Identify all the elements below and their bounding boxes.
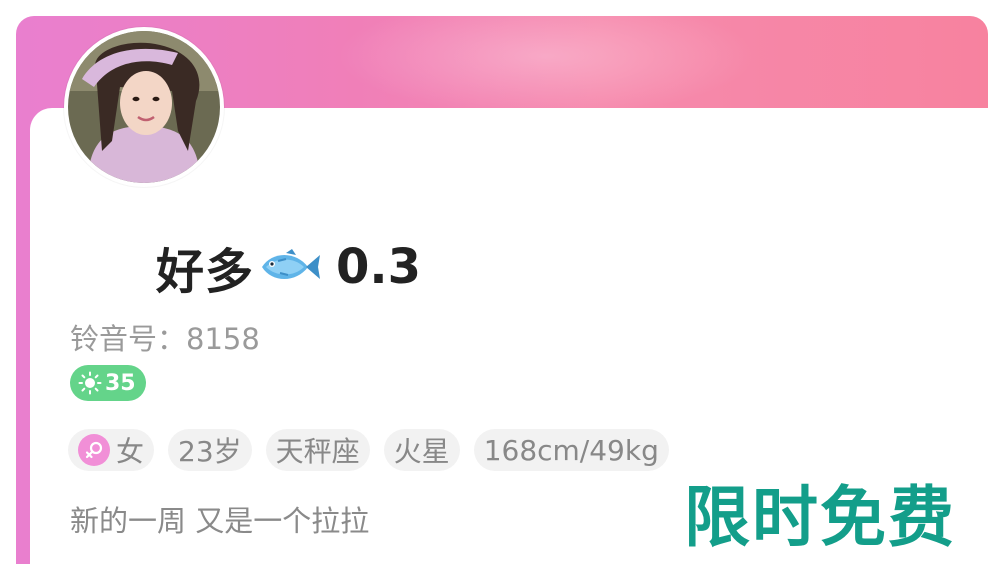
tag-gender: 女 bbox=[68, 429, 155, 471]
fish-icon bbox=[262, 249, 321, 279]
user-id-label: 铃音号： bbox=[70, 322, 187, 356]
user-id-value: 8158 bbox=[186, 322, 260, 356]
tag-gender-label: 女 bbox=[116, 435, 145, 468]
tag-planet: 火星 bbox=[383, 429, 460, 471]
profile-name: 好多 0.3 bbox=[156, 232, 421, 302]
level-value: 35 bbox=[105, 370, 136, 396]
profile-tags: 女 23岁 天秤座 火星 168cm/49kg bbox=[68, 429, 669, 471]
level-badge[interactable]: 35 bbox=[70, 365, 146, 401]
tag-zodiac: 天秤座 bbox=[265, 429, 370, 471]
avatar[interactable] bbox=[64, 27, 224, 187]
tag-age: 23岁 bbox=[168, 429, 252, 471]
sun-icon bbox=[78, 371, 102, 395]
profile-bio: 新的一周 又是一个拉拉 bbox=[70, 504, 370, 538]
female-icon bbox=[78, 434, 110, 466]
tag-body: 168cm/49kg bbox=[473, 429, 669, 471]
profile-screen: 好多 0.3 铃音号：8158 35 女 23岁 天秤座 火星 168cm/49… bbox=[0, 0, 1004, 564]
user-id: 铃音号：8158 bbox=[70, 316, 260, 358]
header-photo-blur bbox=[336, 16, 756, 116]
nickname-suffix: 0.3 bbox=[336, 239, 422, 295]
nickname: 好多 bbox=[156, 244, 255, 300]
avatar-photo bbox=[68, 31, 220, 183]
promo-label: 限时免费 bbox=[684, 479, 956, 556]
